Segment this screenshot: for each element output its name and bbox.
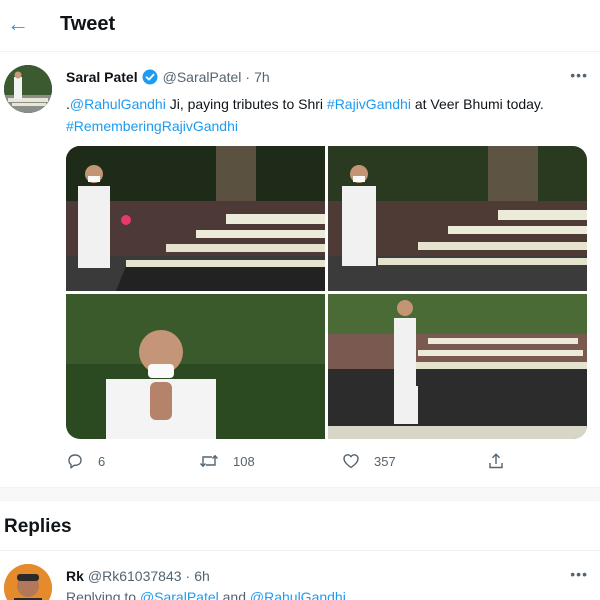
author-handle[interactable]: @SaralPatel xyxy=(163,69,242,85)
reply-count: 6 xyxy=(98,453,106,469)
tweet-photo[interactable] xyxy=(66,146,325,291)
hashtag-link[interactable]: #RajivGandhi xyxy=(327,96,411,112)
text-part: Ji, paying tributes to Shri xyxy=(165,96,327,112)
replies-heading: Replies xyxy=(4,516,72,537)
tweet-photo[interactable] xyxy=(66,294,325,439)
reply-author-handle[interactable]: @Rk61037843 xyxy=(88,568,182,584)
verified-badge-icon xyxy=(142,69,158,85)
arrow-left-icon: ← xyxy=(7,11,29,36)
retweet-button[interactable]: 108 xyxy=(199,452,255,470)
reply-avatar[interactable] xyxy=(4,564,52,600)
text-part: at Veer Bhumi today. xyxy=(410,96,544,112)
tweet-author-row: Saral Patel @SaralPatel · 7h xyxy=(66,67,270,87)
reply-author-name[interactable]: Rk xyxy=(66,568,84,584)
mention-link[interactable]: @RahulGandhi xyxy=(250,589,346,600)
back-button[interactable]: ← xyxy=(6,9,30,39)
heart-icon xyxy=(343,454,359,469)
reply-icon xyxy=(68,454,82,469)
more-options-icon[interactable]: ••• xyxy=(570,67,588,83)
replying-to-line: Replying to @SaralPatel and @RahulGandhi xyxy=(66,589,346,600)
like-count: 357 xyxy=(374,453,396,469)
reply-author-row: Rk @Rk61037843 · 6h xyxy=(66,566,210,586)
tweet-actions: 6 108 357 xyxy=(0,452,600,476)
mention-link[interactable]: @SaralPatel xyxy=(140,589,219,600)
replying-prefix: Replying to xyxy=(66,589,140,600)
tweet-time[interactable]: 7h xyxy=(254,69,270,85)
like-button[interactable]: 357 xyxy=(342,452,396,470)
separator-dot: · xyxy=(245,69,251,85)
top-bar: ← Tweet xyxy=(0,0,600,52)
share-icon xyxy=(489,453,503,469)
media-grid xyxy=(66,146,587,439)
retweet-count: 108 xyxy=(233,453,255,469)
avatar[interactable] xyxy=(4,65,52,113)
tweet-photo[interactable] xyxy=(328,294,587,439)
tweet-photo[interactable] xyxy=(328,146,587,291)
share-button[interactable] xyxy=(487,452,519,470)
retweet-icon xyxy=(199,454,219,468)
section-divider xyxy=(0,487,600,501)
divider xyxy=(0,550,600,551)
tweet-text: .@RahulGandhi Ji, paying tributes to Shr… xyxy=(66,93,596,137)
page-title: Tweet xyxy=(60,13,116,35)
replying-and: and xyxy=(218,589,250,600)
mention-link[interactable]: @RahulGandhi xyxy=(70,96,166,112)
author-name[interactable]: Saral Patel xyxy=(66,69,138,85)
hashtag-link[interactable]: #RememberingRajivGandhi xyxy=(66,118,238,134)
separator-dot: · xyxy=(185,568,191,584)
reply-button[interactable]: 6 xyxy=(66,452,105,470)
reply-time[interactable]: 6h xyxy=(194,568,210,584)
reply-more-options-icon[interactable]: ••• xyxy=(570,566,588,582)
